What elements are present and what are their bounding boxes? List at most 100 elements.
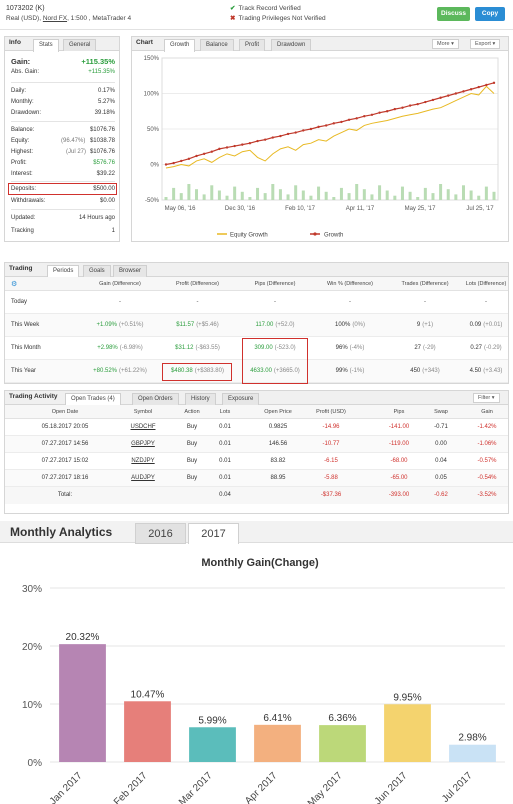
chart-panel: Chart Growth Balance Profit Drawdown Mor…	[131, 36, 509, 242]
growth-legend-marker	[313, 232, 317, 236]
periods-header-row: ⚙ Gain (Difference) Profit (Difference) Pip…	[5, 277, 508, 291]
tab-2017[interactable]: 2017	[188, 523, 239, 544]
trade-cell: 0.01	[219, 475, 231, 481]
trade-cell: 07.27.2017 15:02	[41, 458, 89, 464]
activity-header-row: Open Date Symbol Action Lots Open Price Profi…	[5, 405, 508, 419]
column-header: Lots (Difference)	[465, 281, 507, 287]
trade-cell: -10.77	[322, 441, 340, 447]
growth-point	[172, 161, 175, 165]
y-tick-label: 100%	[144, 92, 160, 98]
tab-exposure[interactable]: Exposure	[222, 393, 260, 405]
tab-2016[interactable]: 2016	[135, 523, 186, 544]
bar-value-label: 10.47%	[131, 689, 165, 700]
export-label: Export	[475, 41, 491, 47]
chart-tabbar: Chart Growth Balance Profit Drawdown Mor…	[132, 37, 508, 52]
tracking-label: Tracking	[11, 228, 34, 234]
volume-bar	[294, 185, 298, 200]
period-diff: (-0.29)	[484, 345, 502, 351]
tab-stats[interactable]: Stats	[33, 39, 59, 52]
account-header: 1073202 (K) Real (USD), Nord FX, 1:500 ,…	[0, 0, 513, 30]
monthly-value: 5.27%	[97, 99, 115, 105]
period-cell: +80.52% (+61.22%)	[85, 368, 155, 374]
period-cell: -	[240, 299, 310, 305]
growth-point	[431, 98, 435, 102]
bar-value-label: 6.41%	[263, 713, 291, 724]
volume-bar	[248, 197, 252, 200]
period-value: 450	[410, 368, 421, 374]
column-header: Lots	[219, 409, 231, 415]
volume-bar	[431, 193, 435, 200]
growth-point	[439, 96, 442, 99]
period-diff: (+61.22%)	[119, 368, 147, 374]
drawdown-row: Drawdown: 39.18%	[11, 109, 115, 117]
x-tick-label: Feb 10, '17	[285, 206, 315, 212]
period-value: -	[349, 299, 351, 305]
broker-link[interactable]: Nord FX	[43, 15, 67, 22]
growth-point	[271, 136, 274, 139]
trade-row[interactable]: 07.27.2017 18:16 AUDJPY Buy 0.01 88.95 -5.88 -…	[5, 470, 508, 487]
period-value: -	[485, 299, 487, 305]
trade-row[interactable]: 07.27.2017 14:56 GBPJPY Buy 0.01 146.56 -10.7…	[5, 436, 508, 453]
volume-bar	[439, 184, 443, 200]
growth-point	[195, 154, 198, 158]
period-row: Today - - - - - -	[5, 291, 508, 314]
equity-row: Equity: (96.47%) $1038.78	[11, 137, 115, 145]
discuss-button[interactable]: Discuss	[437, 7, 470, 21]
volume-bar	[271, 184, 275, 200]
trade-cell: 05.18.2017 20:05	[41, 424, 89, 430]
export-dropdown[interactable]: Export ▾	[470, 39, 501, 49]
interest-value: $39.22	[96, 171, 115, 177]
tab-open-orders[interactable]: Open Orders	[132, 393, 179, 405]
track-record-status: ✔ Track Record Verified	[230, 4, 301, 12]
trade-row[interactable]: 05.18.2017 20:05 USDCHF Buy 0.01 0.9825 -14.9…	[5, 419, 508, 436]
growth-point	[317, 125, 320, 129]
volume-bar	[278, 189, 282, 200]
period-diff: (-29)	[423, 345, 436, 351]
tab-browser[interactable]: Browser	[113, 265, 148, 277]
growth-point	[340, 120, 343, 124]
withdrawals-row: Withdrawals: $0.00	[11, 197, 115, 205]
growth-point	[332, 122, 336, 125]
tab-history[interactable]: History	[185, 393, 216, 405]
tab-general[interactable]: General	[63, 39, 97, 51]
copy-button[interactable]: Copy	[475, 7, 505, 21]
deposits-value: $500.00	[93, 186, 115, 192]
updated-label: Updated:	[11, 215, 36, 221]
tab-goals[interactable]: Goals	[83, 265, 111, 277]
interest-label: Interest:	[11, 171, 33, 177]
info-panel-title: Info	[9, 39, 21, 46]
period-cell: -	[85, 299, 155, 305]
volume-bar	[179, 193, 183, 200]
y-tick-label: 150%	[144, 56, 160, 62]
growth-point	[279, 134, 282, 138]
trade-cell: -65.00	[390, 475, 408, 481]
tab-growth[interactable]: Growth	[164, 39, 196, 52]
growth-point	[347, 118, 351, 121]
more-dropdown[interactable]: More ▾	[432, 39, 459, 49]
trade-row[interactable]: 07.27.2017 15:02 NZDJPY Buy 0.01 83.82 -6.15 -…	[5, 453, 508, 470]
cross-icon: ✖	[230, 15, 236, 22]
tab-drawdown[interactable]: Drawdown	[271, 39, 312, 51]
period-cell: 0.27 (-0.29)	[465, 345, 507, 351]
trading-panel-title: Trading	[9, 265, 33, 272]
equity-value: $1038.78	[89, 138, 115, 144]
period-value: 100%	[334, 322, 351, 328]
x-tick-label: Jul 25, '17	[466, 206, 494, 212]
trade-cell: 07.27.2017 18:16	[41, 475, 89, 481]
growth-point	[408, 104, 412, 107]
period-cell: +1.09% (+0.51%)	[85, 322, 155, 328]
trade-cell: 0.9825	[268, 424, 288, 430]
tab-balance[interactable]: Balance	[200, 39, 234, 51]
divider	[11, 209, 115, 210]
tab-profit[interactable]: Profit	[239, 39, 266, 51]
trade-cell: 146.56	[268, 441, 288, 447]
period-value: +1.09%	[96, 322, 117, 328]
filter-dropdown[interactable]: Filter ▾	[473, 393, 500, 403]
total-swap: -0.62	[434, 492, 448, 498]
growth-point	[248, 142, 252, 145]
period-cell: -	[465, 299, 507, 305]
period-value: $11.57	[176, 322, 195, 328]
trading-privileges-status: ✖ Trading Privileges Not Verified	[230, 14, 326, 22]
period-value: 9	[416, 322, 421, 328]
tracking-value: 1	[111, 228, 115, 234]
